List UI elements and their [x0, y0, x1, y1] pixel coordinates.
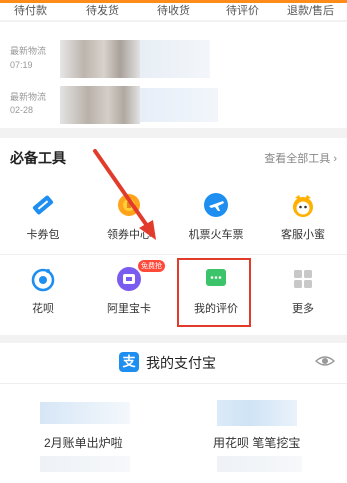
alipay-logo-icon: 支 [119, 352, 139, 372]
blurred-text [217, 456, 302, 472]
huabei-promo-card[interactable]: 用花呗 笔笔挖宝 [177, 390, 347, 483]
blurred-text [217, 400, 297, 426]
bill-card[interactable]: 2月账单出炉啦 [0, 390, 170, 483]
eye-icon[interactable] [314, 352, 336, 375]
my-alipay-title: 我的支付宝 [146, 355, 216, 371]
blurred-text [40, 456, 130, 472]
divider [0, 383, 347, 384]
bill-card-title: 2月账单出炉啦 [44, 436, 123, 450]
huabei-promo-title: 用花呗 笔笔挖宝 [213, 436, 301, 450]
blurred-text [40, 402, 130, 424]
my-alipay-header: 支 我的支付宝 [0, 348, 347, 376]
